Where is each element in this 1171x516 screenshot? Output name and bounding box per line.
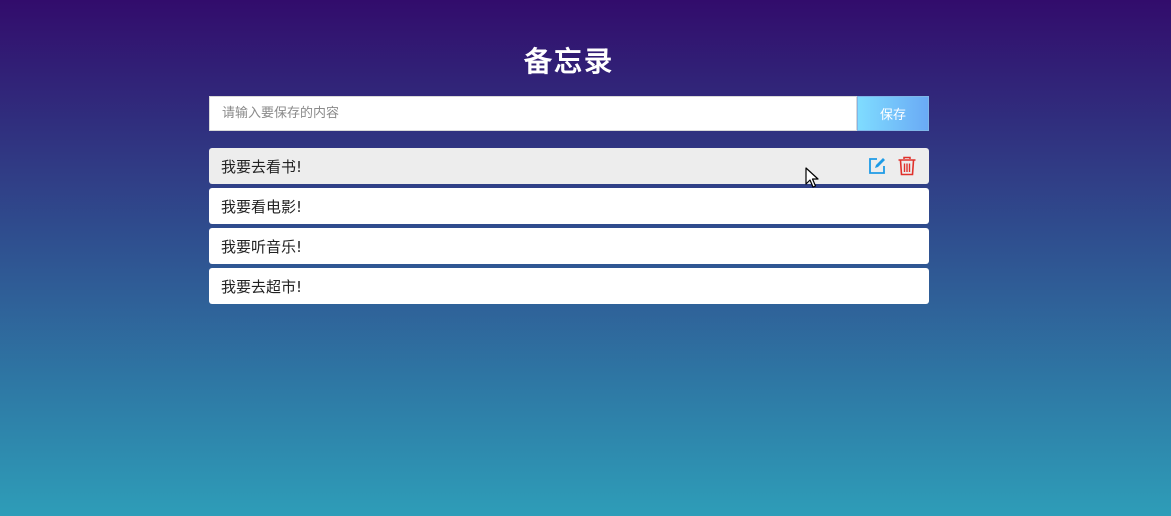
memo-text: 我要去看书! [221,157,303,176]
memo-item[interactable]: 我要去超市! [209,268,929,304]
memo-text: 我要听音乐! [221,237,303,256]
memo-input[interactable] [209,96,857,131]
memo-item[interactable]: 我要去看书! [209,148,929,184]
memo-actions [867,156,917,176]
memo-item[interactable]: 我要听音乐! [209,228,929,264]
memo-text: 我要看电影! [221,197,303,216]
memo-item[interactable]: 我要看电影! [209,188,929,224]
trash-icon[interactable] [897,156,917,176]
memo-composer: 保存 [209,96,929,131]
memo-text: 我要去超市! [221,277,303,296]
page-title: 备忘录 [523,45,614,78]
memo-list: 我要去看书! 我要看电影! 我要听音乐! 我要去超市! [209,148,929,308]
mouse-cursor-icon [805,167,819,188]
save-button[interactable]: 保存 [857,96,929,131]
edit-icon[interactable] [867,156,887,176]
